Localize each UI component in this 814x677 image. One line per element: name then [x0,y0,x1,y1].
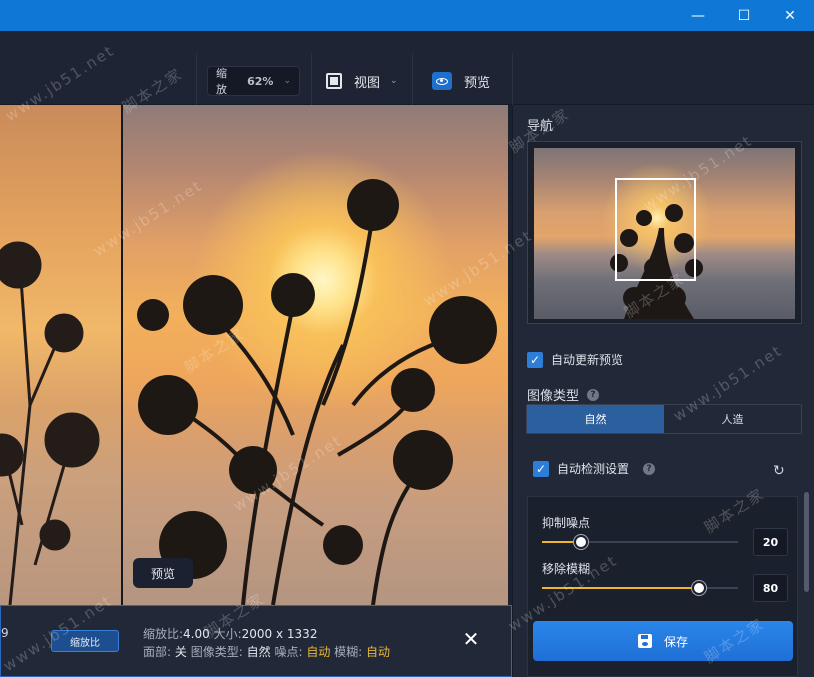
checkbox-checked-icon: ✓ [533,460,549,477]
viewport-rectangle[interactable] [615,178,696,281]
info-line-1: 缩放比:4.00 大小:2000 x 1332 [143,625,317,642]
ratio-label: 缩放比: [143,627,184,641]
maximize-button[interactable]: ☐ [721,0,767,31]
type-label: 图像类型: [190,645,243,659]
noise-slider-handle[interactable] [574,535,589,549]
title-bar: — ☐ ✕ [0,0,814,31]
info-number: 9 [1,626,9,640]
face-label: 面部: [143,645,172,659]
preview-label: 预览 [464,75,491,91]
settings-panel: 导航 ✓ 自动更新预览 图像类型 ? 自然 人造 ✓ 自动检测设置 ? ↻ 抑制… [512,105,814,677]
checkbox-checked-icon: ✓ [527,351,543,368]
close-info-icon[interactable]: ✕ [461,627,481,651]
navigator-frame [527,141,802,324]
navigator-title: 导航 [527,119,554,134]
close-window-button[interactable]: ✕ [767,0,813,31]
image-type-toggle: 自然 人造 [526,404,802,434]
flower-silhouette-right [137,179,497,605]
blur-value-box[interactable]: 80 [753,574,788,602]
image-info-bar: 9 缩放比 缩放比:4.00 大小:2000 x 1332 面部: 关 图像类型… [0,605,512,677]
blur-slider-handle[interactable] [691,581,706,595]
blur-label: 模糊: [334,645,363,659]
image-type-title: 图像类型 ? [527,385,600,404]
toolbar-divider [196,53,197,105]
zoom-ratio-button[interactable]: 缩放比 [51,630,119,652]
blur-slider-fill [542,587,699,589]
blur-value: 自动 [366,645,391,659]
preview-overlay-label: 预览 [133,558,193,588]
flower-silhouette-left [0,241,100,605]
toolbar-divider [311,53,312,105]
toolbar-divider [512,53,513,105]
zoom-dropdown[interactable]: 缩放 62% ⌄ [207,66,300,96]
chevron-down-icon: ⌄ [283,76,291,86]
noise-label: 噪点: [274,645,303,659]
noise-value-box[interactable]: 20 [753,528,788,556]
size-label: 大小: [213,627,242,641]
info-line-2: 面部: 关 图像类型: 自然 噪点: 自动 模糊: 自动 [143,643,390,660]
noise-slider-label: 抑制噪点 [542,516,591,530]
eye-icon [432,72,452,90]
view-dropdown[interactable]: 视图 ⌄ [326,67,398,95]
zoom-label: 缩放 [216,67,227,96]
panel-scrollbar[interactable] [804,492,809,592]
blur-slider-track[interactable] [542,581,738,595]
navigator-thumbnail[interactable] [534,148,795,319]
image-type-artificial-option[interactable]: 人造 [664,405,801,433]
view-layout-icon [326,73,342,89]
preview-image-pane: 预览 [123,105,508,605]
save-disk-icon [637,634,652,648]
save-button[interactable]: 保存 [533,621,793,661]
ratio-value: 4.00 [183,627,210,641]
toolbar-divider [412,53,413,105]
image-type-label: 图像类型 [527,389,580,404]
preview-toggle-button[interactable]: 预览 [432,67,490,95]
zoom-value: 62% [247,74,274,88]
help-icon[interactable]: ? [587,388,600,401]
type-value: 自然 [246,645,271,659]
noise-value: 自动 [306,645,331,659]
toolbar: 缩放 62% ⌄ 视图 ⌄ 预览 [0,31,814,105]
face-value: 关 [174,645,187,659]
reset-icon[interactable]: ↻ [773,463,785,479]
auto-update-label: 自动更新预览 [551,353,624,367]
save-label: 保存 [663,634,688,649]
chevron-down-icon: ⌄ [390,76,398,86]
auto-update-preview-checkbox[interactable]: ✓ 自动更新预览 [527,351,623,368]
view-label: 视图 [354,75,381,91]
minimize-button[interactable]: — [675,0,721,31]
blur-slider-label: 移除模糊 [542,562,591,576]
original-image-pane [0,105,122,605]
auto-detect-label: 自动检测设置 [557,462,630,476]
noise-slider-track[interactable] [542,535,738,549]
image-type-natural-option[interactable]: 自然 [527,405,664,433]
auto-detect-settings-checkbox[interactable]: ✓ 自动检测设置 ? [533,460,656,477]
image-canvas[interactable]: 预览 [0,105,508,605]
size-value: 2000 x 1332 [241,627,318,641]
help-icon[interactable]: ? [643,462,656,475]
